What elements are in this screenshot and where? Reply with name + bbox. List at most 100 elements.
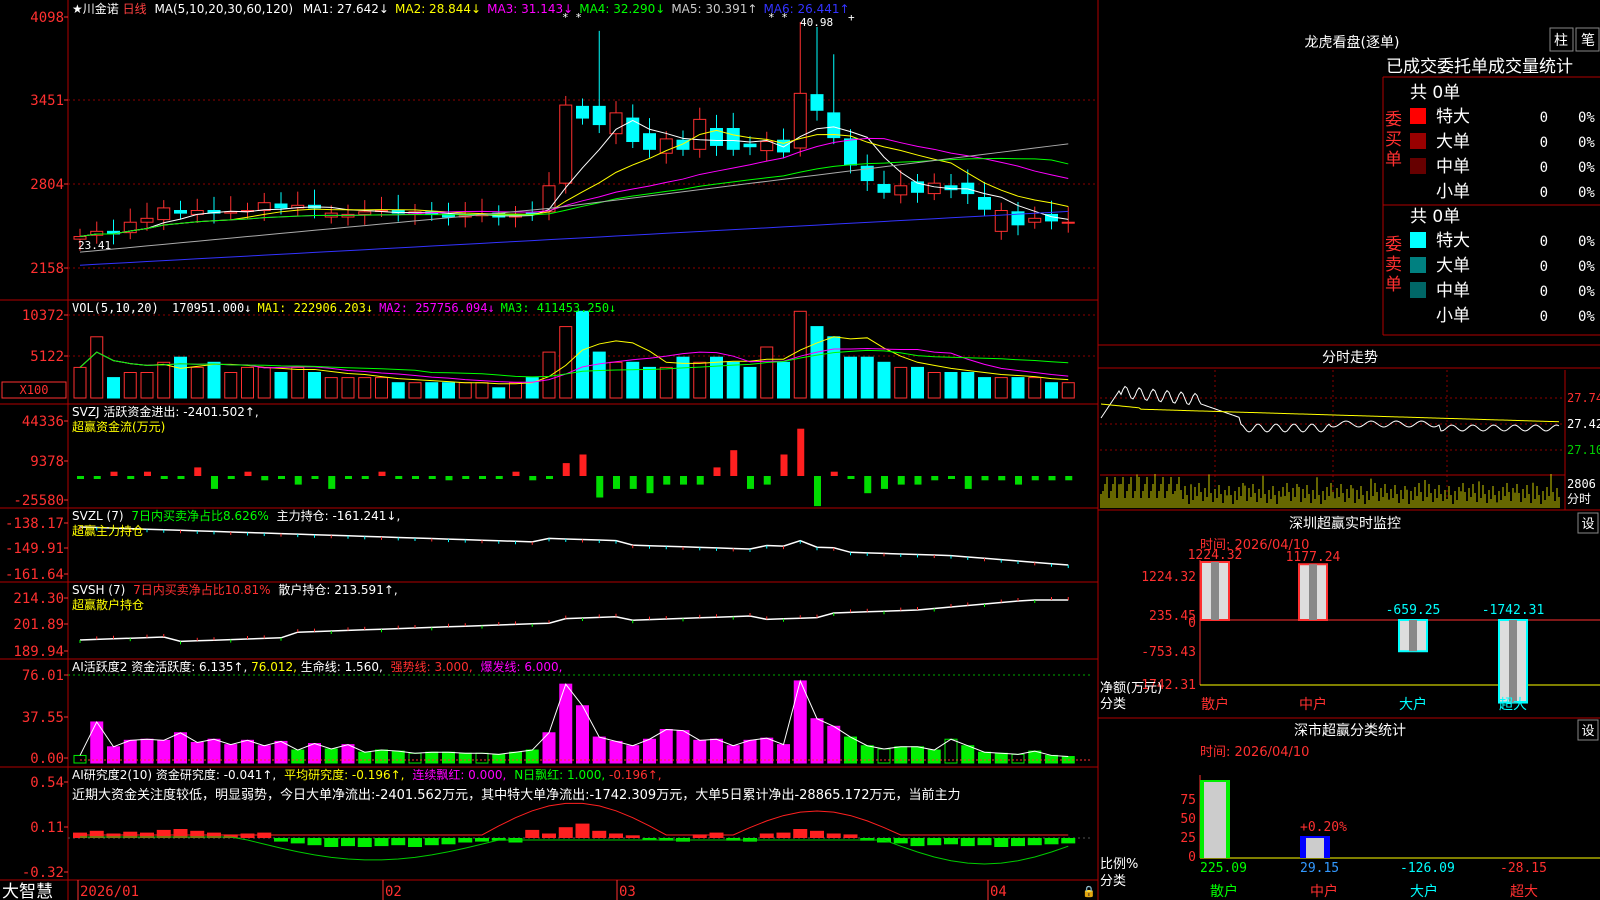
ai-activity-bar bbox=[1028, 750, 1042, 764]
svzj-bar bbox=[428, 476, 436, 479]
monitor-category: 散户 bbox=[1201, 696, 1229, 713]
svzl-line bbox=[79, 526, 1069, 569]
volume-bar bbox=[375, 377, 388, 399]
ai-activity-bar bbox=[140, 738, 154, 764]
ai-activity-bar bbox=[1045, 754, 1058, 764]
svg-text:分时: 分时 bbox=[1567, 492, 1591, 506]
ai-research-bar bbox=[475, 838, 489, 842]
volume-bar bbox=[408, 382, 422, 399]
svsh-y-tick: 201.89 bbox=[13, 617, 64, 633]
buy-row-pct: 0% bbox=[1578, 135, 1595, 151]
ai-activity-bar bbox=[458, 752, 472, 764]
volume-ma-values: 170951.000↓ MA1: 222906.203↓ MA2: 257756.0… bbox=[172, 301, 616, 315]
kline-y-tick: 4098 bbox=[30, 10, 64, 26]
monitor-value-label: -659.25 bbox=[1386, 603, 1441, 618]
ai-activity-bar bbox=[978, 751, 991, 764]
intraday-panel[interactable]: 分时走势 27.74 27.42 27.10 2806 分时 bbox=[1100, 350, 1600, 510]
candle-up bbox=[559, 104, 573, 184]
volume-bar bbox=[391, 382, 405, 399]
volume-bar bbox=[107, 377, 120, 399]
svzl-holding-line bbox=[79, 526, 1069, 566]
svzj-bar bbox=[629, 476, 637, 489]
ai-activity-bar bbox=[425, 751, 439, 764]
buy-total: 共 0单 bbox=[1410, 83, 1460, 103]
svzj-bar bbox=[763, 476, 771, 485]
svsh-panel[interactable]: SVSH (7) 7日内买卖净占比10.81% 散户持仓: 213.591↑, … bbox=[72, 582, 1069, 645]
candle-down bbox=[726, 127, 740, 150]
svzj-bar bbox=[713, 467, 721, 476]
ma-value-2: MA2: 28.844↓ bbox=[395, 2, 481, 16]
classify-y-tick: 25 bbox=[1180, 831, 1196, 846]
volume-bar bbox=[341, 377, 355, 399]
candle-down bbox=[174, 210, 187, 214]
svzj-bar bbox=[294, 476, 302, 485]
ai-research-panel[interactable]: AI研究度2(10) 资金研究度: -0.041↑, 平均研究度: -0.196… bbox=[68, 767, 1090, 865]
svzj-bar bbox=[244, 471, 252, 476]
stock-screen: * * * * + 40.98 23.41 ★川金诺 日线 MA(5,10,20… bbox=[0, 0, 1600, 900]
volume-bar bbox=[190, 366, 204, 399]
volume-bar bbox=[961, 372, 975, 399]
volume-unit[interactable]: X100 bbox=[20, 383, 49, 397]
high-price-label: 40.98 bbox=[800, 16, 833, 29]
classify-y-tick: 50 bbox=[1180, 812, 1196, 827]
ai-activity-bar bbox=[442, 751, 455, 764]
volume-bar bbox=[576, 310, 589, 399]
period-label: 日线 bbox=[123, 2, 147, 16]
ai-research-bar bbox=[977, 838, 992, 846]
volume-bar bbox=[760, 346, 774, 399]
ai-activity-bar bbox=[643, 738, 656, 764]
monitor-category: 超大 bbox=[1499, 697, 1527, 713]
monitor-panel[interactable]: 深圳超赢实时监控 设 时间: 2026/04/10 1224.32235.450… bbox=[1100, 512, 1600, 713]
svzj-bar bbox=[814, 476, 821, 507]
volume-bar bbox=[241, 366, 254, 399]
ai-activity-bar bbox=[894, 746, 908, 764]
lhb-panel[interactable]: 龙虎看盘(逐单) 柱 笔 已成交委托单成交量统计 委买单委卖单共 0单共 0单特… bbox=[1305, 27, 1600, 326]
volume-y-tick: 5122 bbox=[30, 349, 64, 365]
svsh-y-tick: 189.94 bbox=[13, 644, 64, 660]
kline-panel[interactable]: * * * * + 40.98 23.41 ★川金诺 日线 MA(5,10,20… bbox=[68, 1, 1098, 269]
volume-header: VOL(5,10,20) bbox=[72, 301, 159, 315]
candle-down bbox=[643, 133, 656, 150]
sell-order-label: 单 bbox=[1385, 275, 1402, 295]
svzj-bar bbox=[981, 476, 989, 481]
ai-research-bar bbox=[424, 838, 439, 846]
monitor-settings-label[interactable]: 设 bbox=[1581, 517, 1594, 532]
svzl-header: SVZL (7) 7日内买卖净占比8.626% 主力持仓: -161.241↓, bbox=[72, 508, 400, 523]
ai-activity-bar bbox=[408, 752, 422, 764]
lock-icon[interactable]: 🔒 bbox=[1082, 885, 1096, 898]
volume-bar bbox=[827, 336, 841, 399]
svzl-panel[interactable]: SVZL (7) 7日内买卖净占比8.626% 主力持仓: -161.241↓,… bbox=[72, 508, 1069, 569]
ai-research-bar bbox=[625, 835, 640, 838]
classify-panel[interactable]: 深市超赢分类统计 设 时间: 2026/04/10 75 50 25 0 +0.20% 2… bbox=[1100, 719, 1600, 900]
lhb-subtitle: 已成交委托单成交量统计 bbox=[1386, 57, 1573, 77]
stroke-mode-label[interactable]: 笔 bbox=[1581, 33, 1595, 49]
volume-bar bbox=[90, 336, 104, 399]
svsh-line bbox=[79, 597, 1069, 645]
buy-color-swatch bbox=[1410, 133, 1426, 149]
kline-grid bbox=[68, 99, 1098, 269]
svzj-panel[interactable]: SVZJ 活跃资金进出: -2401.502↑, 超赢资金流(万元) bbox=[72, 404, 1073, 507]
ai-research-bar bbox=[240, 833, 255, 838]
ai-activity-panel[interactable]: AI活跃度2 资金活跃度: 6.135↑, 76.012, 生命线: 1.560… bbox=[68, 659, 1090, 764]
svzj-bar bbox=[177, 476, 185, 479]
ai-research-bar bbox=[1011, 838, 1025, 847]
ai-research-bar bbox=[542, 833, 556, 838]
ai-activity-bar bbox=[308, 743, 321, 764]
classify-title: 深市超赢分类统计 bbox=[1294, 722, 1406, 739]
buy-row-name: 大单 bbox=[1436, 132, 1470, 152]
svzj-bar bbox=[378, 471, 386, 476]
ai-activity-bar bbox=[525, 749, 539, 764]
volume-panel[interactable]: VOL(5,10,20) 170951.000↓ MA1: 222906.203↓… bbox=[1, 301, 1098, 399]
x-axis: 大智慧 2026/01 02 03 04 🔒 bbox=[2, 880, 1096, 900]
volume-bar bbox=[643, 366, 656, 399]
classify-settings-label[interactable]: 设 bbox=[1581, 724, 1594, 739]
ai-research-bar bbox=[307, 838, 322, 846]
volume-bar bbox=[257, 366, 271, 399]
svzj-bar bbox=[1031, 476, 1039, 481]
svzj-bar bbox=[797, 428, 805, 476]
ai-activity-bar bbox=[358, 751, 372, 764]
bar-mode-label[interactable]: 柱 bbox=[1554, 33, 1568, 49]
svzj-bar bbox=[964, 476, 972, 489]
svzj-bar bbox=[881, 476, 888, 489]
svzj-bar bbox=[747, 476, 754, 489]
